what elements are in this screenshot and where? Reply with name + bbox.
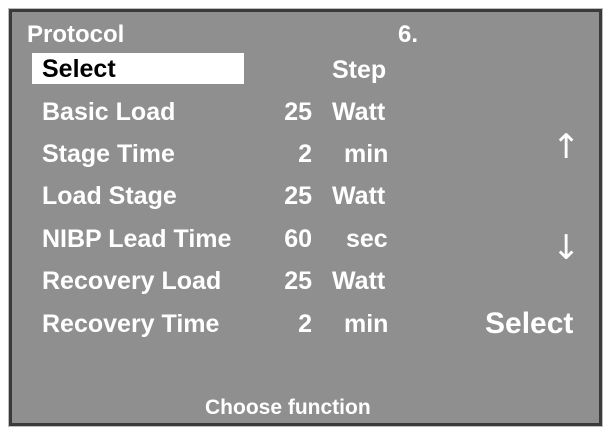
- row-unit: min: [344, 310, 389, 338]
- row-load-stage[interactable]: Load Stage 25 Watt: [12, 184, 432, 216]
- row-unit: min: [344, 140, 389, 168]
- row-label: Basic Load: [42, 98, 176, 126]
- row-nibp-lead-time[interactable]: NIBP Lead Time 60 sec: [12, 227, 432, 259]
- row-value: 2: [298, 140, 312, 168]
- row-label: NIBP Lead Time: [42, 225, 232, 253]
- row-stage-time[interactable]: Stage Time 2 min: [12, 142, 432, 174]
- row-recovery-load[interactable]: Recovery Load 25 Watt: [12, 269, 432, 301]
- status-prompt: Choose function: [205, 396, 371, 419]
- menu-item-select[interactable]: Select: [32, 53, 244, 84]
- row-basic-load[interactable]: Basic Load 25 Watt: [12, 100, 432, 132]
- row-label: Recovery Load: [42, 267, 222, 295]
- menu-item-select-label: Select: [42, 55, 116, 83]
- row-label: Load Stage: [42, 182, 177, 210]
- row-unit: Watt: [332, 98, 386, 126]
- protocol-screen: Protocol 6. Select Step Basic Load 25 Wa…: [8, 8, 603, 427]
- select-softkey[interactable]: Select: [485, 309, 573, 339]
- row-unit: sec: [346, 225, 388, 253]
- scroll-up-arrow-icon[interactable]: ↑: [552, 130, 581, 164]
- row-unit: Watt: [332, 267, 386, 295]
- scroll-down-arrow-icon[interactable]: ↓: [552, 231, 581, 265]
- row-value: 2: [298, 310, 312, 338]
- row-recovery-time[interactable]: Recovery Time 2 min: [12, 312, 432, 344]
- row-label: Recovery Time: [42, 310, 220, 338]
- row-label: Stage Time: [42, 140, 175, 168]
- column-header-step: Step: [332, 56, 387, 84]
- row-unit: Watt: [332, 182, 386, 210]
- page-number: 6.: [398, 21, 419, 48]
- page-title: Protocol: [27, 21, 125, 48]
- row-value: 25: [284, 98, 312, 126]
- row-value: 25: [284, 267, 312, 295]
- row-value: 60: [284, 225, 312, 253]
- row-value: 25: [284, 182, 312, 210]
